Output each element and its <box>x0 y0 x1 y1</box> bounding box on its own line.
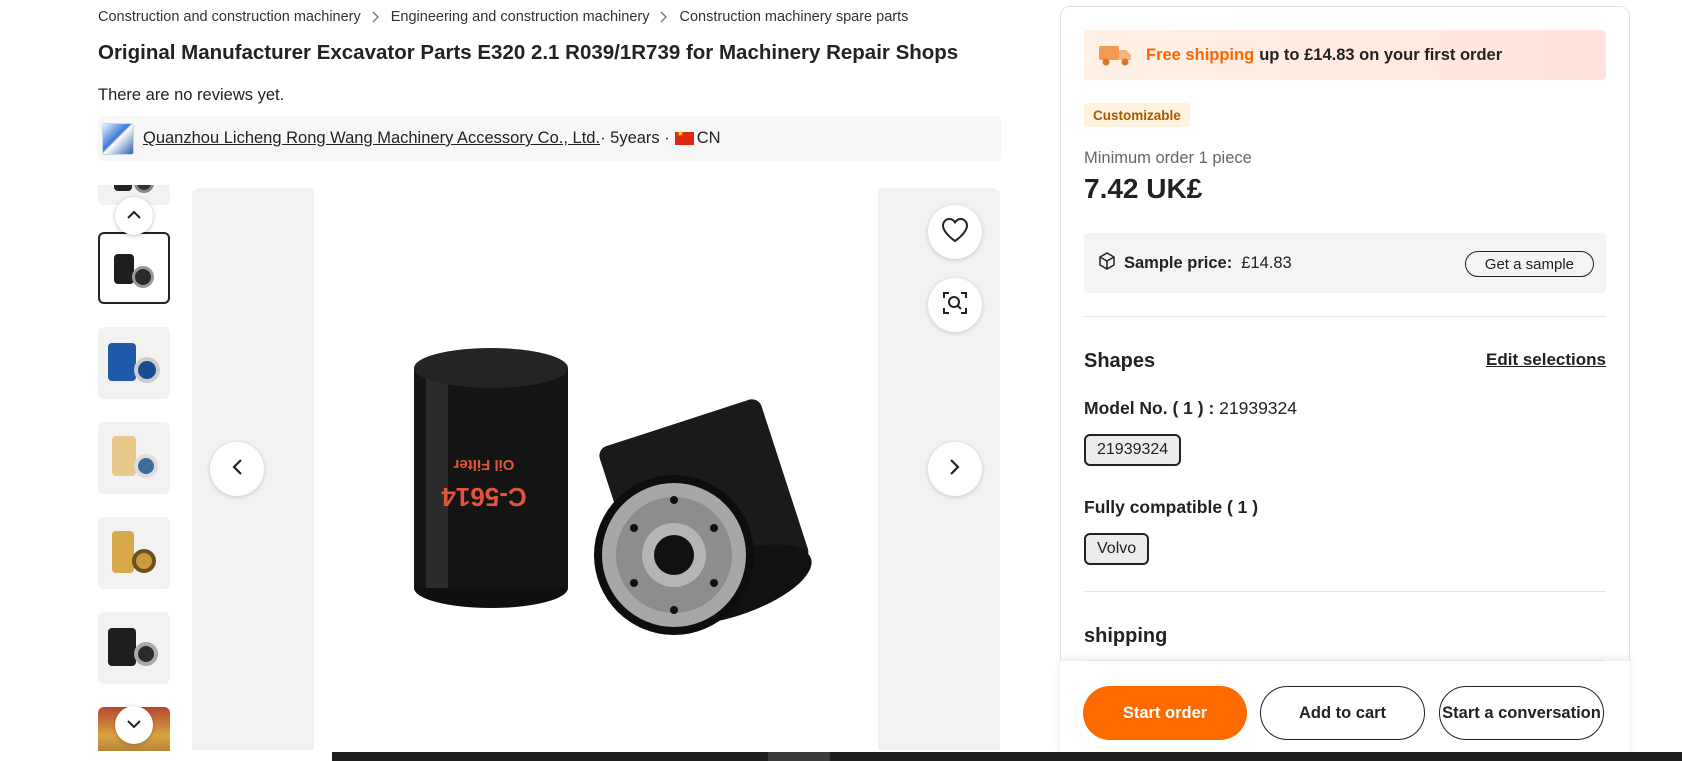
free-shipping-highlight: Free shipping <box>1146 45 1255 64</box>
free-shipping-text: up to £14.83 on your first order <box>1259 45 1503 64</box>
divider <box>1084 316 1606 317</box>
supplier-years: · 5years · <box>600 129 670 147</box>
compatibility-label: Fully compatible ( 1 ) <box>1084 497 1259 517</box>
thumbnails-scroll-up-button[interactable] <box>115 197 153 235</box>
breadcrumb-item-engineering[interactable]: Engineering and construction machinery <box>391 9 650 25</box>
shipping-heading: shipping <box>1084 625 1168 647</box>
edit-selections-link[interactable]: Edit selections <box>1486 350 1606 370</box>
thumbnail-5[interactable] <box>98 612 170 684</box>
bottom-toolbar-strip <box>332 752 1682 761</box>
box-icon <box>1098 251 1116 275</box>
action-bar: Start order Add to cart Start a conversa… <box>1060 661 1630 761</box>
image-search-button[interactable] <box>928 278 982 332</box>
reviews-status: There are no reviews yet. <box>98 86 285 104</box>
sample-price-label: Sample price: <box>1124 253 1233 272</box>
thumbnail-4[interactable] <box>98 517 170 589</box>
chevron-down-icon <box>126 716 142 734</box>
image-search-icon <box>942 290 968 321</box>
gallery-next-button[interactable] <box>928 442 982 496</box>
model-number-value: 21939324 <box>1219 398 1298 418</box>
product-image-gallery: C-5614 Oil Filter <box>192 188 1000 750</box>
chevron-right-icon <box>371 11 381 23</box>
truck-icon <box>1098 43 1134 67</box>
thumbnails-scroll-down-button[interactable] <box>115 706 153 744</box>
filter-brand-label: C-5614 <box>441 482 527 512</box>
heart-icon <box>941 217 969 248</box>
supplier-logo <box>102 122 134 155</box>
thumbnail-1-selected[interactable] <box>98 232 170 304</box>
chevron-up-icon <box>126 207 142 225</box>
customizable-badge: Customizable <box>1084 103 1190 127</box>
shapes-heading: Shapes <box>1084 350 1156 372</box>
start-order-button[interactable]: Start order <box>1083 686 1247 740</box>
thumbnail-3[interactable] <box>98 422 170 494</box>
unit-price: 7.42 UK£ <box>1084 173 1203 204</box>
china-flag-icon <box>674 129 694 145</box>
supplier-bar: Quanzhou Licheng Rong Wang Machinery Acc… <box>98 116 1001 161</box>
minimum-order: Minimum order 1 piece <box>1084 149 1252 167</box>
start-conversation-button[interactable]: Start a conversation <box>1439 686 1604 740</box>
chevron-right-icon <box>949 458 961 481</box>
gallery-prev-button[interactable] <box>210 442 264 496</box>
product-image[interactable]: C-5614 Oil Filter <box>314 188 878 750</box>
chevron-right-icon <box>659 11 669 23</box>
thumbnail-2[interactable] <box>98 327 170 399</box>
add-to-cart-button[interactable]: Add to cart <box>1260 686 1425 740</box>
filter-type-label: Oil Filter <box>453 456 514 473</box>
free-shipping-banner: Free shipping up to £14.83 on your first… <box>1084 30 1606 80</box>
favorite-button[interactable] <box>928 205 982 259</box>
breadcrumb-item-spare-parts[interactable]: Construction machinery spare parts <box>679 9 908 25</box>
breadcrumb-item-construction[interactable]: Construction and construction machinery <box>98 9 361 25</box>
supplier-country: CN <box>696 129 721 147</box>
oil-filter-image: C-5614 Oil Filter <box>414 348 812 635</box>
supplier-name-link[interactable]: Quanzhou Licheng Rong Wang Machinery Acc… <box>143 129 600 148</box>
divider <box>1084 591 1606 592</box>
breadcrumb: Construction and construction machinery … <box>98 9 908 25</box>
sample-price-box: Sample price: £14.83 Get a sample <box>1084 233 1606 293</box>
get-sample-button[interactable]: Get a sample <box>1464 251 1594 277</box>
toolbar-segment <box>768 752 830 761</box>
compatibility-option-chip[interactable]: Volvo <box>1084 533 1150 565</box>
thumbnail-rail <box>98 185 170 751</box>
purchase-panel: Free shipping up to £14.83 on your first… <box>1060 6 1630 761</box>
chevron-left-icon <box>231 458 243 481</box>
model-number-row: Model No. ( 1 ) : 21939324 <box>1084 398 1297 419</box>
sample-price-value: £14.83 <box>1241 253 1292 272</box>
product-title: Original Manufacturer Excavator Parts E3… <box>98 41 959 64</box>
model-option-chip[interactable]: 21939324 <box>1084 434 1182 466</box>
model-number-label: Model No. ( 1 ) : <box>1084 398 1220 418</box>
